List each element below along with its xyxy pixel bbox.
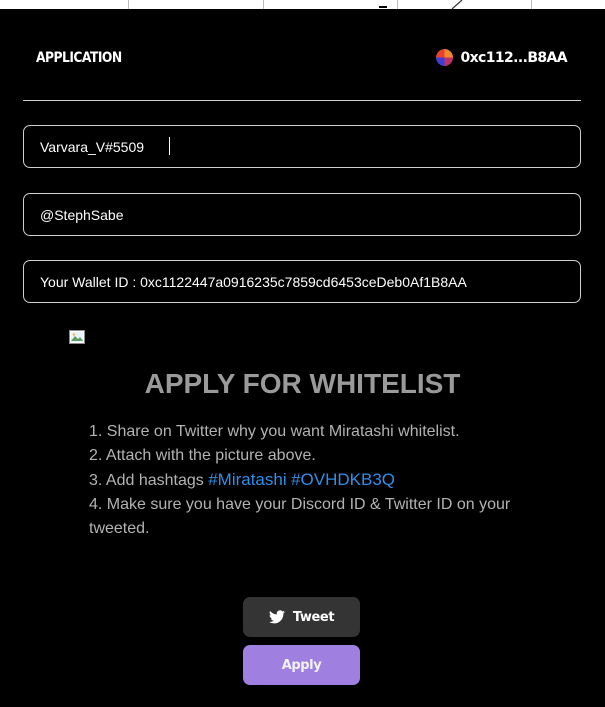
discord-id-field[interactable] <box>23 125 581 168</box>
top-strip <box>0 0 605 9</box>
strip-divider <box>128 0 129 9</box>
broken-image-icon <box>69 330 85 344</box>
wallet-badge[interactable]: 0xc112...B8AA <box>436 49 568 66</box>
twitter-id-input[interactable] <box>24 194 580 235</box>
wallet-address-short: 0xc112...B8AA <box>460 49 567 66</box>
tweet-button[interactable]: Tweet <box>243 597 360 637</box>
wallet-avatar-icon <box>436 49 454 66</box>
strip-divider <box>397 0 398 9</box>
page-title: APPLICATION <box>36 50 122 66</box>
wallet-id-input[interactable] <box>24 261 580 302</box>
discord-id-input[interactable] <box>24 126 580 167</box>
twitter-id-field[interactable] <box>23 193 581 236</box>
strip-divider <box>263 0 264 9</box>
tweet-button-label: Tweet <box>292 609 335 625</box>
apply-button[interactable]: Apply <box>243 645 360 685</box>
text-caret <box>169 137 170 155</box>
instruction-step: 3. Add hashtags #Miratashi #OVHDKB3Q <box>89 468 529 493</box>
wallet-id-field[interactable] <box>23 260 581 303</box>
instruction-step: 1. Share on Twitter why you want Miratas… <box>89 423 460 440</box>
header-divider <box>23 100 581 101</box>
twitter-bird-icon <box>268 610 285 624</box>
slash-icon <box>451 0 463 9</box>
instruction-step: 4. Make sure you have your Discord ID & … <box>89 496 511 537</box>
minimize-icon <box>379 6 387 8</box>
hashtag-miratashi: #Miratashi <box>208 470 287 489</box>
apply-button-label: Apply <box>281 657 322 673</box>
step-text: 3. Add hashtags <box>89 472 209 489</box>
header: APPLICATION 0xc112...B8AA <box>23 40 581 80</box>
instruction-step: 2. Attach with the picture above. <box>89 447 316 464</box>
instructions: 1. Share on Twitter why you want Miratas… <box>89 420 529 541</box>
whitelist-heading: APPLY FOR WHITELIST <box>144 368 461 399</box>
hashtag-code: #OVHDKB3Q <box>291 470 396 489</box>
strip-divider <box>531 0 532 9</box>
